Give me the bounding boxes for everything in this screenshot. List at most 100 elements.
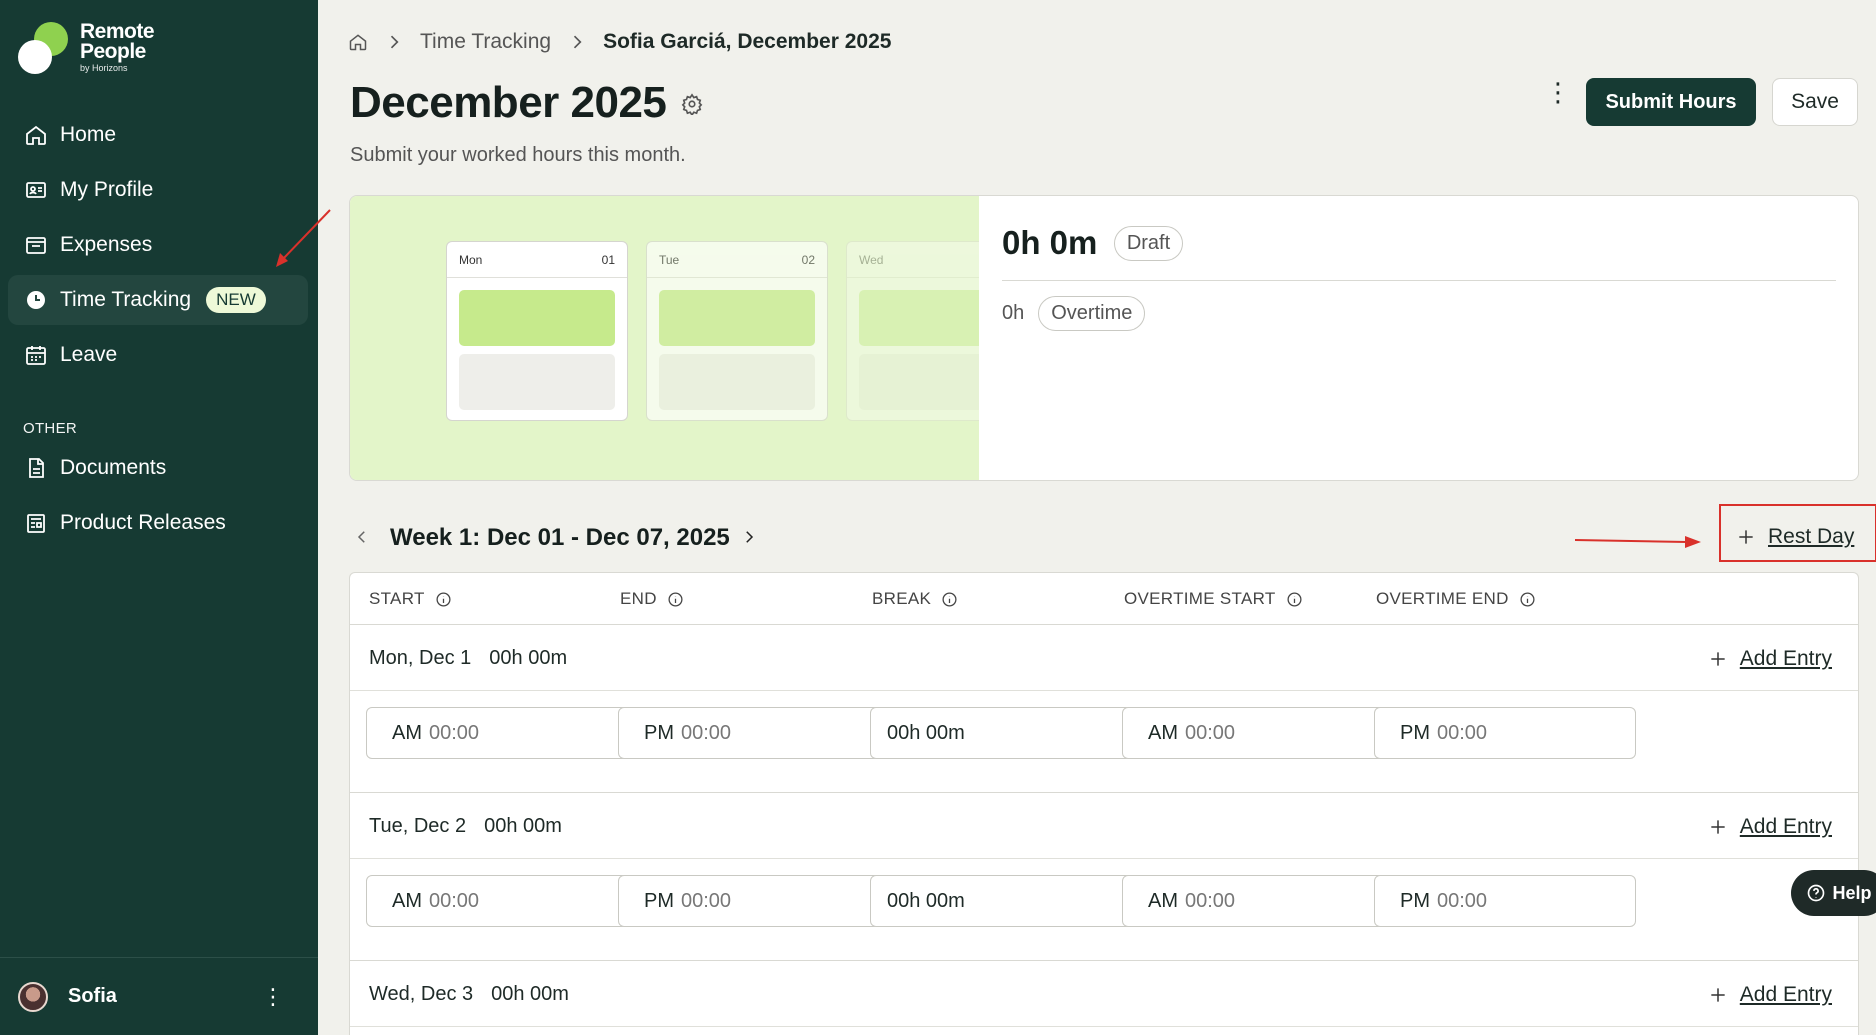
day-total: 00h 00m — [489, 647, 568, 669]
breadcrumb: Time Tracking Sofia Garciá, December 202… — [348, 30, 891, 54]
id-card-icon — [26, 182, 46, 198]
week-title: Week 1: Dec 01 - Dec 07, 2025 — [390, 524, 730, 551]
more-options-icon[interactable]: ⋮ — [262, 985, 284, 1007]
info-icon[interactable] — [941, 591, 958, 608]
breadcrumb-time-tracking[interactable]: Time Tracking — [420, 30, 551, 54]
sidebar-item-label: Expenses — [60, 233, 153, 256]
sidebar-item-leave[interactable]: Leave — [8, 330, 308, 380]
newspaper-icon — [27, 514, 45, 533]
chevron-right-icon[interactable] — [740, 528, 758, 546]
summary-card: Mon 01 Tue 02 Wed 0h 0m Draft 0h Overtime — [349, 195, 1859, 481]
home-icon — [26, 125, 46, 145]
column-header-overtime-end: OVERTIME END — [1376, 589, 1536, 609]
column-header-start: START — [369, 589, 452, 609]
gear-icon[interactable] — [681, 93, 703, 115]
wallet-icon — [26, 237, 46, 254]
add-entry-button[interactable]: Add Entry — [1708, 647, 1832, 671]
illustration-day-num: 02 — [801, 252, 815, 267]
add-entry-button[interactable]: Add Entry — [1708, 983, 1832, 1007]
rest-day-button[interactable]: Rest Day — [1736, 525, 1854, 549]
sidebar-item-time-tracking[interactable]: Time Tracking NEW — [8, 275, 308, 325]
info-icon[interactable] — [1519, 591, 1536, 608]
column-header-overtime-start: OVERTIME START — [1124, 589, 1303, 609]
document-icon — [29, 458, 44, 478]
info-icon[interactable] — [1286, 591, 1303, 608]
more-actions-icon[interactable]: ⋮ — [1545, 79, 1571, 105]
page-title: December 2025 — [350, 78, 667, 127]
illustration-day-num: 01 — [601, 252, 615, 267]
help-label: Help — [1832, 882, 1872, 903]
avatar — [18, 981, 48, 1012]
plus-icon — [1739, 530, 1753, 544]
sidebar-item-documents[interactable]: Documents — [8, 443, 308, 493]
sidebar: Remote People by Horizons Home My Profil… — [0, 0, 318, 1035]
sidebar-item-product-releases[interactable]: Product Releases — [8, 498, 308, 548]
overtime-start-input[interactable]: AM 00:00 — [1122, 707, 1384, 759]
home-icon[interactable] — [348, 32, 368, 52]
logo-mark-icon — [18, 22, 68, 74]
break-input[interactable]: 00h 00m — [870, 875, 1132, 927]
chevron-right-icon — [574, 35, 582, 49]
week-illustration: Mon 01 Tue 02 Wed — [350, 196, 979, 480]
overtime-badge: Overtime — [1038, 296, 1146, 331]
sidebar-item-label: Time Tracking — [60, 288, 192, 311]
brand-line-1: Remote — [80, 20, 155, 43]
new-badge: NEW — [206, 287, 266, 313]
overtime-end-input[interactable]: PM 00:00 — [1374, 875, 1636, 927]
plus-icon — [1711, 820, 1725, 834]
overtime-end-input[interactable]: PM 00:00 — [1374, 707, 1636, 759]
day-row-header: Mon, Dec 1 00h 00m Add Entry — [350, 625, 1858, 691]
start-time-input[interactable]: AM 00:00 — [366, 707, 628, 759]
sidebar-item-label: Documents — [60, 456, 167, 479]
day-total: 00h 00m — [484, 815, 562, 837]
day-row-inputs: AM 00:00 PM 00:00 00h 00m AM 00:00 PM 00:00 — [350, 859, 1858, 961]
sidebar-item-label: Product Releases — [60, 511, 226, 534]
main-nav: Home My Profile Expenses Time Tracking N… — [8, 110, 308, 385]
rest-day-label: Rest Day — [1768, 525, 1855, 548]
brand-line-3: by Horizons — [80, 63, 128, 73]
chevron-left-icon[interactable] — [353, 528, 371, 546]
question-icon — [1808, 884, 1825, 902]
breadcrumb-current: Sofia Garciá, December 2025 — [603, 30, 892, 53]
day-label: Mon, Dec 1 — [369, 647, 472, 669]
sidebar-item-label: My Profile — [60, 178, 154, 201]
other-nav: Documents Product Releases — [8, 443, 308, 553]
day-row-header: Tue, Dec 2 00h 00m Add Entry — [350, 793, 1858, 859]
overtime-start-input[interactable]: AM 00:00 — [1122, 875, 1384, 927]
sidebar-item-home[interactable]: Home — [8, 110, 308, 160]
illustration-day-label: Wed — [859, 252, 884, 267]
time-entries-table: START END BREAK OVERTIME START OVERTIME … — [349, 572, 1859, 1035]
info-icon[interactable] — [667, 591, 684, 608]
break-input[interactable]: 00h 00m — [870, 707, 1132, 759]
illustration-day-mon: Mon 01 — [446, 241, 628, 421]
info-icon[interactable] — [435, 591, 452, 608]
illustration-day-label: Mon — [459, 252, 483, 267]
plus-icon — [1711, 988, 1725, 1002]
end-time-input[interactable]: PM 00:00 — [618, 707, 880, 759]
submit-hours-button[interactable]: Submit Hours — [1586, 78, 1756, 126]
sidebar-item-label: Leave — [60, 343, 118, 366]
day-row-header: Wed, Dec 3 00h 00m Add Entry — [350, 961, 1858, 1027]
illustration-day-tue: Tue 02 — [646, 241, 828, 421]
add-entry-button[interactable]: Add Entry — [1708, 815, 1832, 839]
brand-line-2: People — [80, 40, 146, 63]
nav-section-other: OTHER — [23, 420, 77, 437]
sidebar-item-my-profile[interactable]: My Profile — [8, 165, 308, 215]
brand-logo[interactable]: Remote People by Horizons — [18, 20, 155, 74]
day-row-inputs: AM 00:00 PM 00:00 00h 00m AM 00:00 PM 00:00 — [350, 691, 1858, 793]
page-subtitle: Submit your worked hours this month. — [350, 144, 686, 166]
user-menu[interactable]: Sofia ⋮ — [0, 957, 318, 1035]
totals-panel: 0h 0m Draft 0h Overtime — [1002, 224, 1836, 331]
help-button[interactable]: Help — [1791, 870, 1876, 916]
start-time-input[interactable]: AM 00:00 — [366, 875, 628, 927]
save-button[interactable]: Save — [1772, 78, 1858, 126]
calendar-icon — [26, 346, 46, 365]
day-label: Tue, Dec 2 — [369, 815, 467, 837]
user-name: Sofia — [68, 985, 117, 1007]
sidebar-item-expenses[interactable]: Expenses — [8, 220, 308, 270]
end-time-input[interactable]: PM 00:00 — [618, 875, 880, 927]
total-hours: 0h 0m — [1002, 224, 1098, 261]
clock-icon — [27, 291, 45, 309]
annotation-arrow-right — [1575, 536, 1701, 548]
column-header-end: END — [620, 589, 684, 609]
